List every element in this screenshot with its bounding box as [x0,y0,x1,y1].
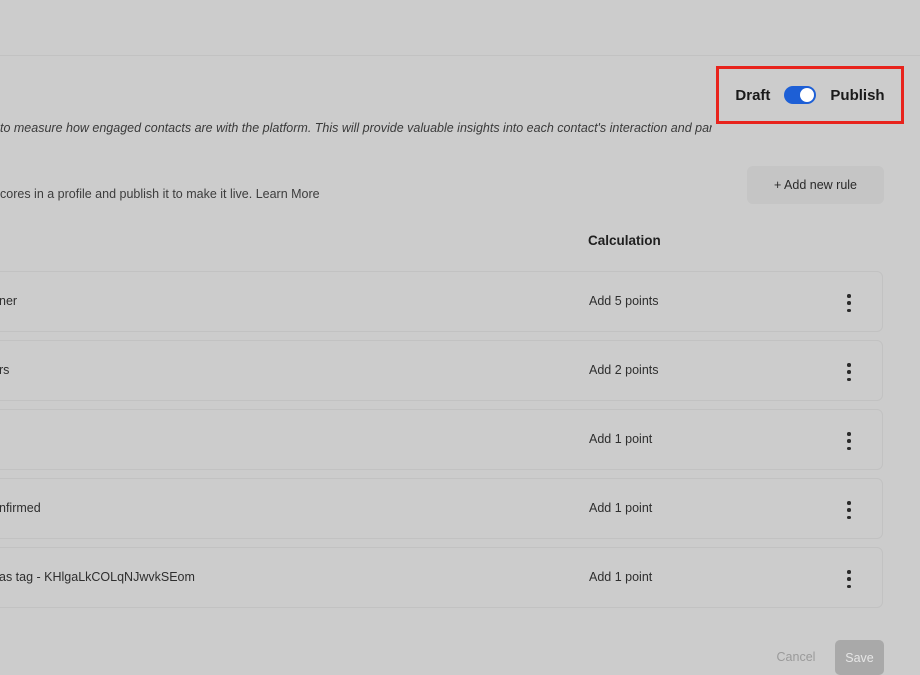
help-text: cores in a profile and publish it to mak… [0,187,253,201]
table-row[interactable]: Add 1 point [0,409,883,470]
calculation-column-header: Calculation [588,233,661,248]
publish-toggle-switch[interactable] [784,86,817,104]
table-row[interactable]: nfirmed Add 1 point [0,478,883,539]
help-text-line: cores in a profile and publish it to mak… [0,186,320,202]
more-vertical-icon[interactable] [843,570,855,588]
rule-name: ner [0,294,18,308]
publish-label: Publish [830,86,885,104]
more-vertical-icon[interactable] [843,432,855,450]
rule-name: rs [0,363,10,377]
draft-label: Draft [735,86,771,104]
top-divider [0,55,920,56]
publish-toggle-group: Draft Publish [716,66,904,124]
cancel-button[interactable]: Cancel [765,645,827,669]
save-button[interactable]: Save [835,640,884,675]
rule-calculation: Add 2 points [589,363,659,377]
table-row[interactable]: ner Add 5 points [0,271,883,332]
rule-name: nfirmed [0,501,41,515]
more-vertical-icon[interactable] [843,294,855,312]
more-vertical-icon[interactable] [843,501,855,519]
rule-name: as tag - KHlgaLkCOLqNJwvkSEom [0,570,195,584]
rule-calculation: Add 1 point [589,432,653,446]
scoring-profile-page: e to measure how engaged contacts are wi… [0,0,920,675]
rule-calculation: Add 1 point [589,501,653,515]
table-row[interactable]: rs Add 2 points [0,340,883,401]
rule-list: ner Add 5 points rs Add 2 points Add 1 p… [0,271,883,616]
add-new-rule-button[interactable]: + Add new rule [747,166,884,204]
more-vertical-icon[interactable] [843,363,855,381]
toggle-knob [800,88,815,102]
rule-calculation: Add 1 point [589,570,653,584]
rule-calculation: Add 5 points [589,294,659,308]
table-row[interactable]: as tag - KHlgaLkCOLqNJwvkSEom Add 1 poin… [0,547,883,608]
learn-more-link[interactable]: Learn More [256,187,320,201]
page-description: to measure how engaged contacts are with… [0,121,712,135]
